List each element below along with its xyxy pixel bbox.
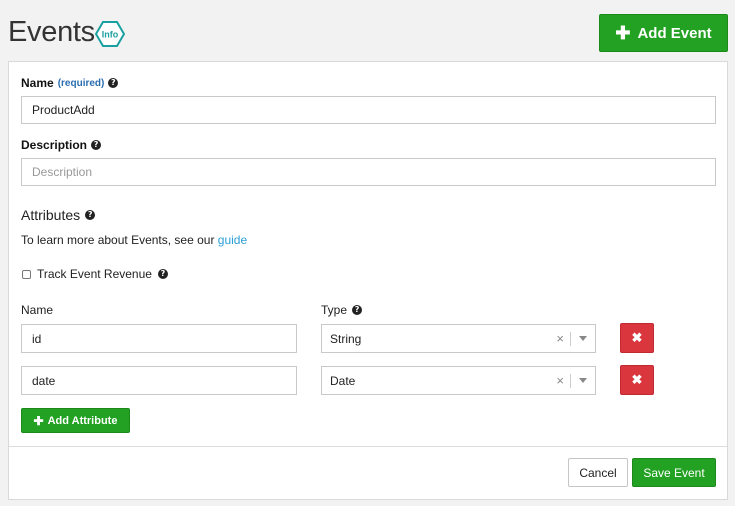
name-label-text: Name — [21, 76, 54, 90]
clear-icon[interactable]: × — [556, 373, 564, 388]
attribute-name-input[interactable]: id — [21, 324, 297, 353]
attribute-type-value: String — [330, 331, 362, 346]
add-event-button[interactable]: ✚ Add Event — [599, 14, 728, 52]
help-icon[interactable]: ? — [352, 305, 363, 315]
cancel-button[interactable]: Cancel — [568, 458, 628, 487]
track-revenue-checkbox[interactable] — [22, 269, 31, 279]
add-attribute-label: Add Attribute — [47, 414, 118, 427]
attribute-name-input[interactable]: date — [21, 366, 297, 395]
attributes-heading: Attributes ? — [21, 207, 96, 223]
page-title: Events — [8, 16, 95, 48]
plus-icon: ✚ — [615, 23, 631, 43]
chevron-down-icon[interactable] — [579, 336, 587, 341]
add-event-label: Add Event — [637, 24, 712, 42]
select-separator — [570, 331, 571, 346]
add-attribute-button[interactable]: ✚ Add Attribute — [21, 408, 130, 433]
attributes-help-text: To learn more about Events, see our guid… — [21, 233, 247, 247]
chevron-down-icon[interactable] — [579, 378, 587, 383]
attr-name-column-header: Name — [21, 303, 53, 317]
select-separator — [570, 373, 571, 388]
attribute-type-select[interactable]: Date × — [321, 366, 596, 395]
description-label-text: Description — [21, 138, 88, 152]
delete-attribute-button[interactable]: ✖ — [620, 365, 654, 395]
close-icon: ✖ — [631, 330, 643, 345]
clear-icon[interactable]: × — [556, 331, 564, 346]
help-icon[interactable]: ? — [91, 140, 102, 150]
guide-link[interactable]: guide — [218, 233, 247, 247]
event-form-panel: Name (required) ? ProductAdd Description… — [8, 61, 728, 500]
help-icon[interactable]: ? — [108, 78, 119, 88]
plus-icon: ✚ — [33, 413, 44, 428]
name-input[interactable]: ProductAdd — [21, 96, 716, 124]
save-event-button[interactable]: Save Event — [632, 458, 716, 487]
attr-name-header-text: Name — [21, 303, 54, 317]
track-revenue-row[interactable]: Track Event Revenue ? — [22, 267, 168, 281]
description-input[interactable]: Description — [21, 158, 716, 186]
description-label: Description ? — [21, 138, 102, 152]
required-tag: (required) — [57, 77, 105, 89]
info-badge-text: Info — [102, 30, 119, 40]
attr-type-column-header: Type ? — [321, 303, 363, 317]
help-icon[interactable]: ? — [85, 210, 96, 220]
close-icon: ✖ — [631, 372, 643, 387]
attributes-title: Attributes — [21, 207, 81, 223]
footer-divider — [9, 446, 727, 447]
attribute-type-select[interactable]: String × — [321, 324, 596, 353]
name-label: Name (required) ? — [21, 76, 119, 90]
info-icon[interactable]: Info — [95, 21, 125, 47]
attribute-type-value: Date — [330, 373, 356, 388]
track-revenue-label: Track Event Revenue — [37, 267, 152, 281]
delete-attribute-button[interactable]: ✖ — [620, 323, 654, 353]
attr-type-header-text: Type — [321, 303, 348, 317]
help-prefix: To learn more about Events, see our — [21, 233, 218, 247]
help-icon[interactable]: ? — [157, 269, 168, 279]
